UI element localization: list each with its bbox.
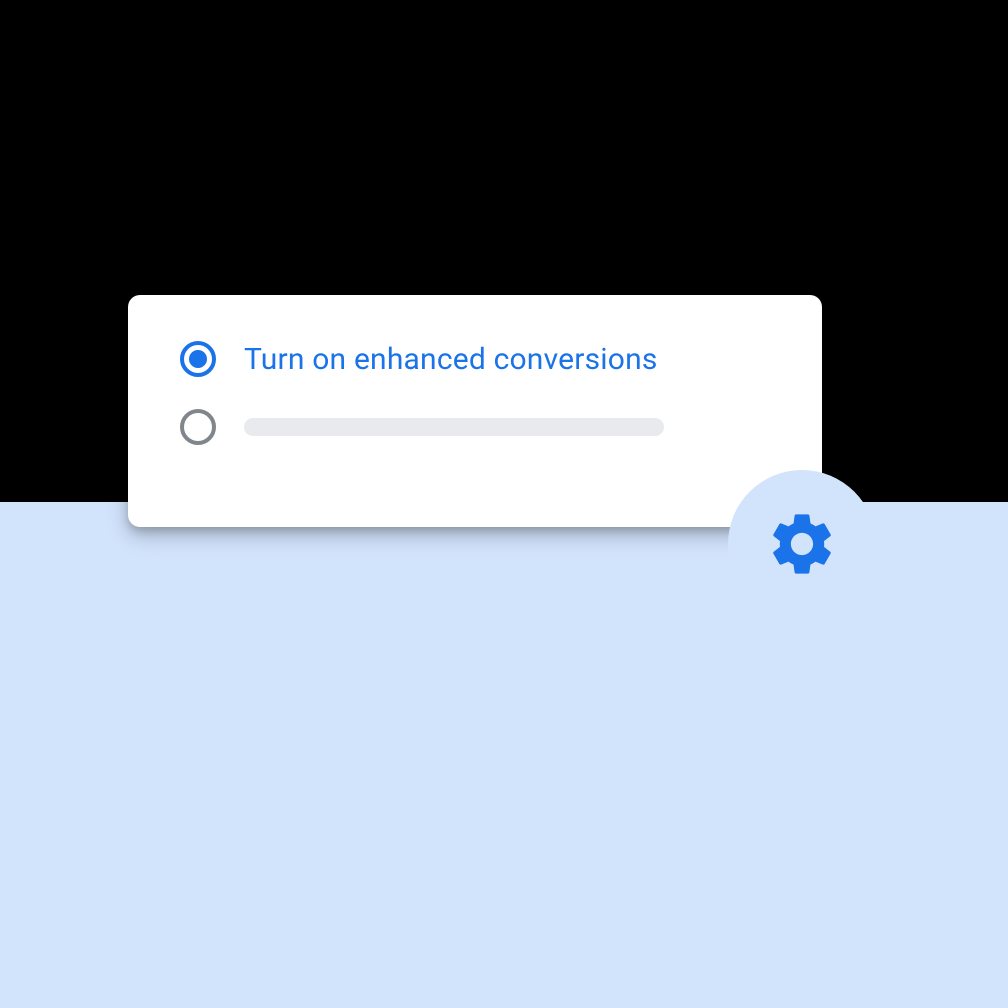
settings-button[interactable] — [728, 470, 876, 618]
settings-card: Turn on enhanced conversions — [128, 295, 822, 527]
option-label-enhanced-conversions: Turn on enhanced conversions — [244, 342, 658, 377]
radio-button-selected[interactable] — [180, 341, 216, 377]
radio-button-unselected[interactable] — [180, 409, 216, 445]
radio-option-enhanced-conversions[interactable]: Turn on enhanced conversions — [180, 341, 770, 377]
gear-icon — [765, 507, 839, 581]
radio-option-placeholder[interactable] — [180, 409, 770, 445]
placeholder-text-bar — [244, 418, 664, 436]
